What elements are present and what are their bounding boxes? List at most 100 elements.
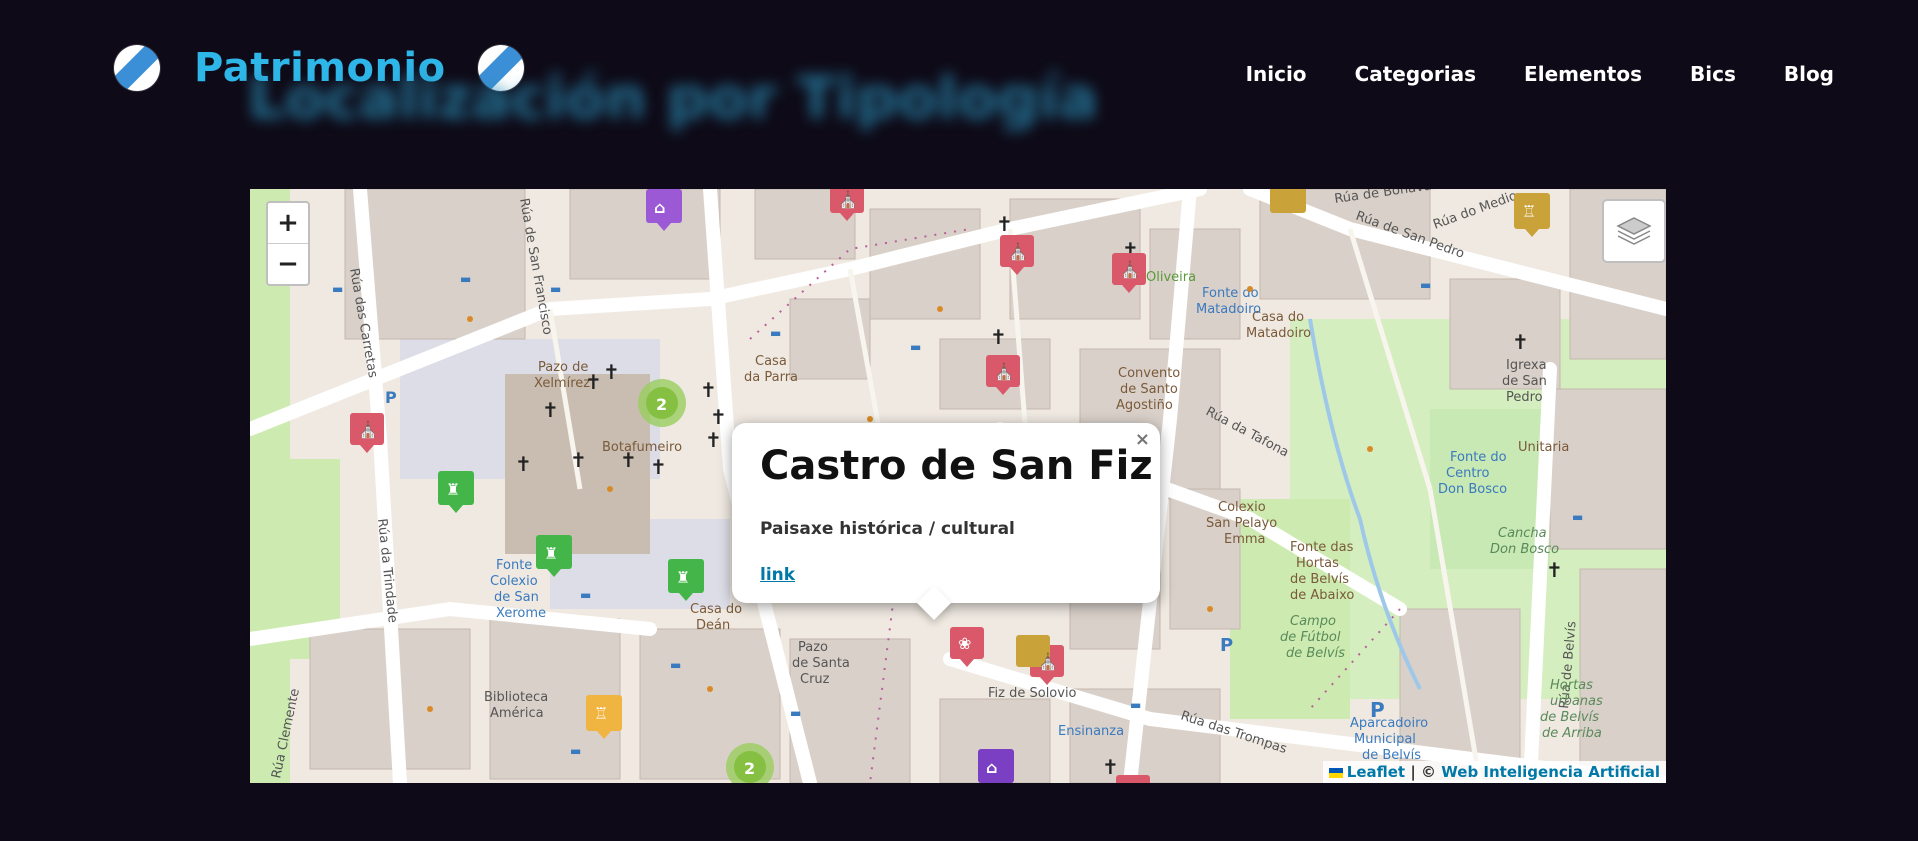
svg-text:Colexio: Colexio [490,574,538,589]
svg-text:P: P [1370,698,1385,722]
svg-text:P: P [385,388,397,407]
popup-title: Castro de San Fiz [760,443,1153,489]
svg-text:Emma: Emma [1224,532,1266,547]
svg-text:Campo: Campo [1290,614,1336,629]
svg-text:Xelmírez: Xelmírez [534,376,590,391]
ukraine-flag-icon [1328,767,1343,778]
svg-text:Casa do: Casa do [690,602,742,617]
svg-text:▬: ▬ [1420,278,1431,292]
svg-text:Unitaria: Unitaria [1518,440,1569,455]
svg-text:Matadoiro: Matadoiro [1246,326,1311,341]
svg-text:Pedro: Pedro [1506,390,1543,405]
popup-category: Paisaxe histórica / cultural [760,519,1015,539]
svg-text:⛪: ⛪ [1008,242,1028,261]
nav-inicio[interactable]: Inicio [1246,62,1307,86]
svg-text:Cruz: Cruz [800,672,830,687]
svg-text:Pazo: Pazo [798,640,828,655]
svg-text:✝: ✝ [515,452,532,476]
svg-text:Igrexa: Igrexa [1506,358,1547,373]
svg-text:de Abaixo: de Abaixo [1290,588,1354,603]
marker-popup: × Castro de San Fiz Paisaxe histórica / … [732,423,1160,620]
svg-text:Fiz de Solovio: Fiz de Solovio [988,686,1077,701]
svg-text:♜: ♜ [446,480,460,499]
svg-text:Xerome: Xerome [496,606,546,621]
svg-text:P: P [1220,635,1233,656]
nav-elementos[interactable]: Elementos [1524,62,1642,86]
map-container[interactable]: Rúa das Carretas Pazo de Xelmírez Botafu… [250,189,1666,783]
svg-text:2: 2 [656,395,667,414]
svg-text:▬: ▬ [790,706,801,720]
svg-text:Cancha: Cancha [1498,526,1547,541]
svg-text:de Fútbol: de Fútbol [1280,630,1341,645]
svg-text:▬: ▬ [460,272,471,286]
svg-text:✝: ✝ [542,398,559,422]
svg-text:✝: ✝ [570,448,587,472]
svg-text:Centro: Centro [1446,466,1489,481]
svg-text:Agostiño: Agostiño [1116,398,1173,413]
svg-text:Biblioteca: Biblioteca [484,690,548,705]
svg-text:♜: ♜ [676,568,690,587]
svg-text:Fonte do: Fonte do [1450,450,1507,465]
svg-text:Botafumeiro: Botafumeiro [602,440,682,455]
page-heading-blurred: Localización por Tipología [248,64,1098,132]
svg-text:⛪: ⛪ [1038,652,1058,671]
zoom-out-button[interactable]: − [268,244,308,284]
nav-blog[interactable]: Blog [1784,62,1834,86]
layers-button[interactable] [1602,199,1666,263]
svg-text:Casa: Casa [755,354,787,369]
svg-text:▬: ▬ [550,282,561,296]
svg-text:▬: ▬ [910,340,921,354]
main-nav: Inicio Categorias Elementos Bics Blog [1246,62,1834,86]
svg-text:✝: ✝ [990,325,1007,349]
svg-text:▬: ▬ [580,588,591,602]
svg-text:♜: ♜ [544,544,558,563]
svg-text:San Pelayo: San Pelayo [1206,516,1277,531]
svg-text:⛪: ⛪ [838,190,858,209]
svg-text:América: América [490,706,544,721]
svg-text:urbanas: urbanas [1550,694,1603,709]
svg-text:de Belvís: de Belvís [1286,646,1345,661]
svg-text:✝: ✝ [620,448,637,472]
nav-categorias[interactable]: Categorias [1355,62,1476,86]
svg-text:Colexio: Colexio [1218,500,1266,515]
svg-text:♖: ♖ [1522,202,1536,221]
svg-text:✝: ✝ [1546,558,1563,582]
svg-text:✝: ✝ [996,212,1013,236]
svg-text:Convento: Convento [1118,366,1180,381]
svg-text:Deán: Deán [696,618,730,633]
nav-bics[interactable]: Bics [1690,62,1736,86]
zoom-control: + − [266,201,310,286]
svg-text:▬: ▬ [332,282,343,296]
popup-link[interactable]: link [760,565,795,585]
galician-flag-icon [114,45,160,91]
svg-text:❀: ❀ [958,634,971,653]
svg-text:✝: ✝ [705,428,722,452]
map-attribution: Leaflet | © Web Inteligencia Artificial [1322,761,1666,783]
attribution-separator: | © [1410,763,1437,781]
svg-text:⛪: ⛪ [358,420,378,439]
svg-text:♖: ♖ [594,704,608,723]
svg-text:✝: ✝ [700,378,717,402]
svg-text:Hortas: Hortas [1296,556,1339,571]
svg-text:⛪: ⛪ [1120,260,1140,279]
svg-text:Oliveira: Oliveira [1146,270,1196,285]
svg-text:▬: ▬ [770,326,781,340]
svg-text:Don Bosco: Don Bosco [1438,482,1507,497]
svg-text:▬: ▬ [570,744,581,758]
svg-text:de Belvís: de Belvís [1290,572,1349,587]
zoom-in-button[interactable]: + [268,203,308,244]
svg-text:Municipal: Municipal [1354,732,1416,747]
svg-text:de Arriba: de Arriba [1542,726,1602,741]
svg-text:2: 2 [744,759,755,778]
svg-text:▬: ▬ [1130,698,1141,712]
svg-text:✝: ✝ [585,370,602,394]
leaflet-link[interactable]: Leaflet [1347,763,1405,781]
svg-text:Fonte das: Fonte das [1290,540,1354,555]
svg-text:Don Bosco: Don Bosco [1490,542,1559,557]
svg-text:▬: ▬ [670,658,681,672]
owner-link[interactable]: Web Inteligencia Artificial [1441,763,1660,781]
svg-text:de San: de San [494,590,539,605]
svg-text:✝: ✝ [650,455,667,479]
svg-text:de Belvís: de Belvís [1540,710,1599,725]
svg-text:Aparcadoiro: Aparcadoiro [1350,716,1428,731]
